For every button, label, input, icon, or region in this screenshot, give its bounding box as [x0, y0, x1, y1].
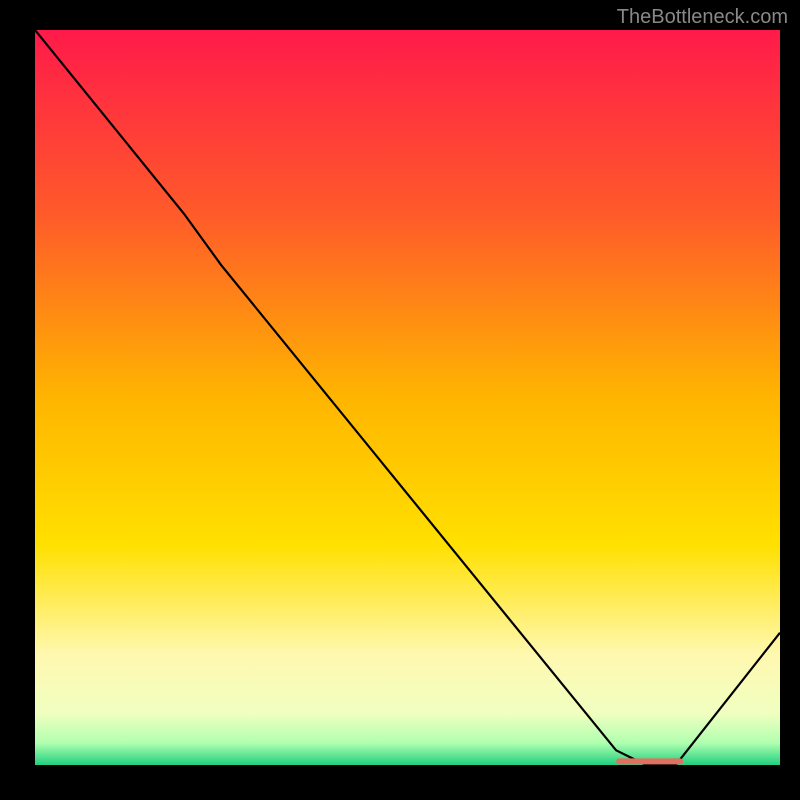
watermark-text: TheBottleneck.com	[617, 6, 788, 29]
chart-plot-area	[35, 30, 780, 765]
optimal-marker	[616, 758, 683, 764]
chart-background	[35, 30, 780, 765]
chart-svg	[35, 30, 780, 765]
